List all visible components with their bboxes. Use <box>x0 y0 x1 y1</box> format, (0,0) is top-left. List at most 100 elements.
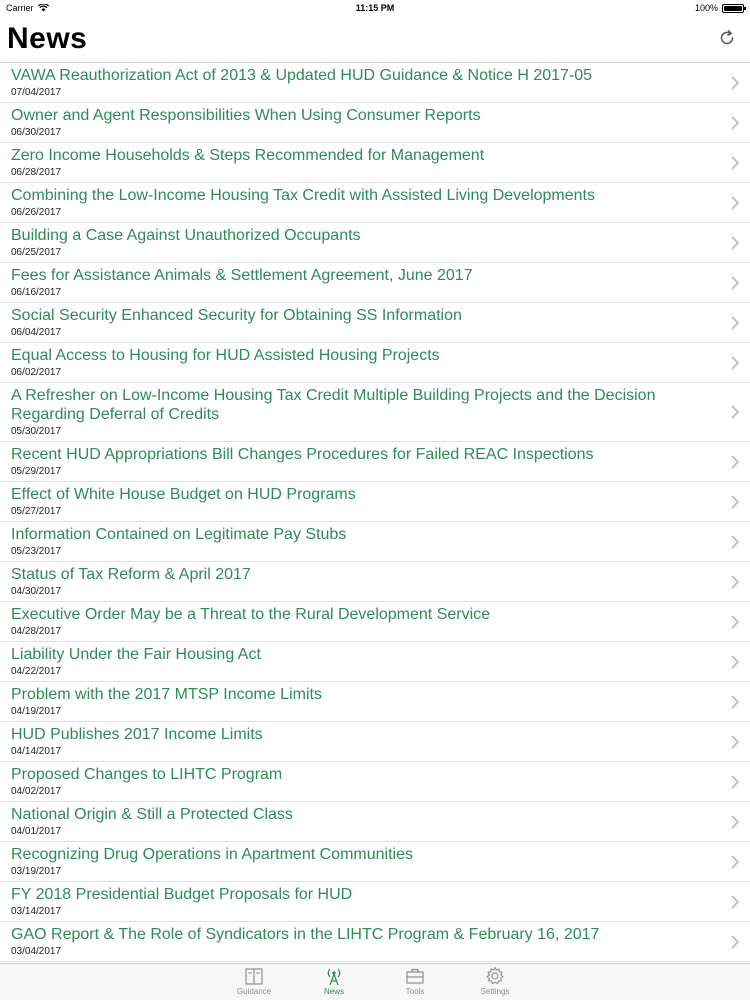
news-title: Fees for Assistance Animals & Settlement… <box>11 267 473 284</box>
page-title: News <box>7 22 88 55</box>
tab-news[interactable]: News <box>304 966 364 996</box>
news-list[interactable]: VAWA Reauthorization Act of 2013 & Updat… <box>0 63 750 964</box>
chevron-right-icon <box>731 355 740 370</box>
news-title: National Origin & Still a Protected Clas… <box>11 806 293 823</box>
news-row[interactable]: Proposed Changes to LIHTC Program 04/02/2… <box>0 762 750 802</box>
news-title: A Refresher on Low-Income Housing Tax Cr… <box>11 387 656 423</box>
status-bar: Carrier 11:15 PM 100% <box>0 0 750 16</box>
news-date: 03/19/2017 <box>11 866 62 877</box>
news-date: 03/04/2017 <box>11 946 62 957</box>
news-date: 04/14/2017 <box>11 746 62 757</box>
news-row[interactable]: Recent HUD Appropriations Bill Changes P… <box>0 442 750 482</box>
news-row[interactable]: Information Contained on Legitimate Pay … <box>0 522 750 562</box>
news-date: 04/22/2017 <box>11 666 62 677</box>
tab-tools[interactable]: Tools <box>385 966 445 996</box>
news-row[interactable]: Fees for Assistance Animals & Settlement… <box>0 263 750 303</box>
news-title: Effect of White House Budget on HUD Prog… <box>11 486 356 503</box>
news-date: 04/30/2017 <box>11 586 62 597</box>
chevron-right-icon <box>731 934 740 949</box>
news-row[interactable]: Combining the Low-Income Housing Tax Cre… <box>0 183 750 223</box>
toolbox-icon <box>385 966 445 986</box>
chevron-right-icon <box>731 315 740 330</box>
tab-label: Settings <box>480 987 510 996</box>
news-date: 06/25/2017 <box>11 247 62 258</box>
news-title: Social Security Enhanced Security for Ob… <box>11 307 462 324</box>
news-row[interactable]: Executive Order May be a Threat to the R… <box>0 602 750 642</box>
news-title: Zero Income Households & Steps Recommend… <box>11 147 485 164</box>
antenna-icon <box>304 966 364 986</box>
chevron-right-icon <box>731 814 740 829</box>
news-date: 06/28/2017 <box>11 167 62 178</box>
news-row[interactable]: Problem with the 2017 MTSP Income Limits… <box>0 682 750 722</box>
tab-guidance[interactable]: Guidance <box>224 966 284 996</box>
chevron-right-icon <box>731 195 740 210</box>
chevron-right-icon <box>731 894 740 909</box>
news-row[interactable]: A Refresher on Low-Income Housing Tax Cr… <box>0 383 750 442</box>
chevron-right-icon <box>731 574 740 589</box>
news-row[interactable]: Social Security Enhanced Security for Ob… <box>0 303 750 343</box>
news-title: Recent HUD Appropriations Bill Changes P… <box>11 446 594 463</box>
news-title: Liability Under the Fair Housing Act <box>11 646 261 663</box>
news-date: 06/16/2017 <box>11 287 62 298</box>
gear-icon <box>465 966 525 986</box>
news-date: 05/27/2017 <box>11 506 62 517</box>
news-date: 06/26/2017 <box>11 207 62 218</box>
news-row[interactable]: National Origin & Still a Protected Clas… <box>0 802 750 842</box>
chevron-right-icon <box>731 405 740 419</box>
tab-settings[interactable]: Settings <box>465 966 525 996</box>
news-date: 05/29/2017 <box>11 466 62 477</box>
news-date: 04/01/2017 <box>11 826 62 837</box>
news-date: 07/04/2017 <box>11 87 62 98</box>
news-date: 06/30/2017 <box>11 127 62 138</box>
battery-icon <box>722 3 746 13</box>
chevron-right-icon <box>731 734 740 749</box>
news-row[interactable]: Owner and Agent Responsibilities When Us… <box>0 103 750 143</box>
news-row[interactable]: Equal Access to Housing for HUD Assisted… <box>0 343 750 383</box>
chevron-right-icon <box>731 75 740 90</box>
news-row[interactable]: Status of Tax Reform & April 2017 04/30/2… <box>0 562 750 602</box>
chevron-right-icon <box>731 854 740 869</box>
news-row[interactable]: Zero Income Households & Steps Recommend… <box>0 143 750 183</box>
news-title: Combining the Low-Income Housing Tax Cre… <box>11 187 595 204</box>
news-title: Equal Access to Housing for HUD Assisted… <box>11 347 440 364</box>
news-title: Proposed Changes to LIHTC Program <box>11 766 283 783</box>
news-row[interactable]: VAWA Reauthorization Act of 2013 & Updat… <box>0 63 750 103</box>
chevron-right-icon <box>731 654 740 669</box>
chevron-right-icon <box>731 235 740 250</box>
news-row[interactable]: Building a Case Against Unauthorized Occ… <box>0 223 750 263</box>
news-title: Information Contained on Legitimate Pay … <box>11 526 347 543</box>
news-row[interactable]: FY 2018 Presidential Budget Proposals fo… <box>0 882 750 922</box>
status-time: 11:15 PM <box>355 3 395 13</box>
tab-bar: Guidance News Tools Settings <box>0 963 750 1000</box>
chevron-right-icon <box>731 454 740 469</box>
chevron-right-icon <box>731 275 740 290</box>
news-title: Problem with the 2017 MTSP Income Limits <box>11 686 322 703</box>
chevron-right-icon <box>731 534 740 549</box>
chevron-right-icon <box>731 774 740 789</box>
news-row[interactable]: Liability Under the Fair Housing Act 04/2… <box>0 642 750 682</box>
refresh-icon[interactable] <box>718 29 736 47</box>
news-date: 04/28/2017 <box>11 626 62 637</box>
news-row[interactable]: Recognizing Drug Operations in Apartment… <box>0 842 750 882</box>
news-date: 04/02/2017 <box>11 786 62 797</box>
news-title: GAO Report & The Role of Syndicators in … <box>11 926 600 943</box>
news-date: 05/23/2017 <box>11 546 62 557</box>
news-title: Status of Tax Reform & April 2017 <box>11 566 251 583</box>
news-date: 06/02/2017 <box>11 367 62 378</box>
news-date: 05/30/2017 <box>11 426 62 437</box>
news-title: Recognizing Drug Operations in Apartment… <box>11 846 413 863</box>
chevron-right-icon <box>731 614 740 629</box>
news-date: 06/04/2017 <box>11 327 62 338</box>
news-title: VAWA Reauthorization Act of 2013 & Updat… <box>11 67 593 84</box>
news-row[interactable]: HUD Publishes 2017 Income Limits 04/14/20… <box>0 722 750 762</box>
chevron-right-icon <box>731 694 740 709</box>
news-title: Building a Case Against Unauthorized Occ… <box>11 227 361 244</box>
news-row[interactable]: GAO Report & The Role of Syndicators in … <box>0 922 750 962</box>
news-date: 03/14/2017 <box>11 906 62 917</box>
news-title: Owner and Agent Responsibilities When Us… <box>11 107 481 124</box>
chevron-right-icon <box>731 494 740 509</box>
news-row[interactable]: Effect of White House Budget on HUD Prog… <box>0 482 750 522</box>
tab-label: News <box>323 987 344 996</box>
news-title: HUD Publishes 2017 Income Limits <box>11 726 263 743</box>
tab-label: Guidance <box>236 987 272 996</box>
